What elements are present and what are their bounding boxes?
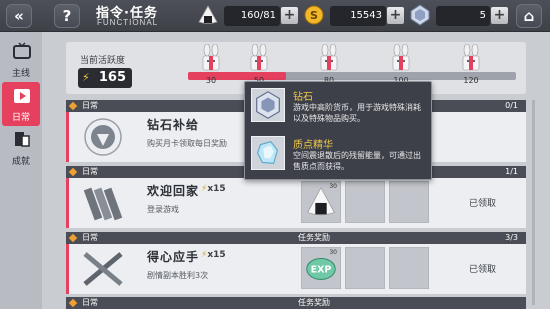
play-icon	[14, 89, 30, 103]
onigiri-icon	[198, 5, 218, 24]
trophy-icon	[15, 132, 30, 147]
milestone-label: 120	[463, 76, 479, 85]
tooltip-item-desc: 空间震退散后的残留能量，可通过出售质点而获得。	[293, 151, 421, 171]
tooltip-item: 钻石 游戏中高阶货币，用于游戏特殊消耗以及特殊物品购买。	[251, 86, 427, 130]
bullet-icon	[68, 233, 78, 243]
bunny-gift-icon[interactable]	[388, 44, 414, 74]
diamond-value: 5	[436, 6, 490, 26]
quest-multiplier: ⚡x15	[201, 184, 226, 194]
crystal-icon	[251, 136, 285, 170]
bullet-icon	[68, 167, 78, 177]
reward-slot[interactable]: 30	[301, 181, 341, 223]
claimed-status: 已领取	[468, 265, 496, 275]
reward-slot-empty	[389, 181, 429, 223]
quest-card: 日常 任务奖励 3/3 得心应手 ⚡x15 剧情副本胜利3次 30 EXP 已领…	[66, 232, 526, 294]
quest-body[interactable]: 得心应手 ⚡x15 剧情副本胜利3次 30 EXP 已领取	[66, 244, 526, 294]
diamond-supply-icon	[84, 118, 122, 156]
home-button[interactable]: ⌂	[516, 4, 542, 28]
milestone-label: 30	[205, 76, 217, 85]
sidebar-item-label: 主线	[11, 69, 30, 79]
activity-value: ⚡ 165	[78, 68, 132, 88]
activity-label: 当前活跃度	[80, 56, 126, 66]
quest-name: 得心应手	[147, 250, 200, 264]
quest-body[interactable]: 欢迎回家 ⚡x15 登录游戏 30 已领取	[66, 178, 526, 228]
bullet-icon	[68, 298, 78, 308]
sidebar-item-label: 日常	[11, 113, 30, 123]
sidebar: 主线 日常 成就	[0, 32, 42, 309]
scrollbar[interactable]	[532, 100, 535, 305]
top-bar: « ? 指令·任务 FUNCTIONAL 160/81 + S 15543 + …	[0, 0, 550, 32]
quest-category: 日常	[82, 101, 98, 110]
quest-card: 日常 任务奖励	[66, 297, 526, 309]
tooltip-item-desc: 游戏中高阶货币，用于游戏特殊消耗以及特殊物品购买。	[293, 103, 421, 123]
quest-multiplier: ⚡x15	[201, 250, 226, 260]
sidebar-item-label: 成就	[11, 157, 30, 167]
quest-header: 日常 任务奖励 3/3	[66, 232, 526, 244]
claimed-status: 已领取	[468, 199, 496, 209]
help-button[interactable]: ?	[54, 4, 80, 28]
coin-icon: S	[304, 5, 324, 25]
tooltip-item-name: 质点精华	[293, 140, 333, 151]
quest-desc: 剧情副本胜利3次	[147, 271, 209, 280]
sidebar-item-achievement[interactable]: 成就	[2, 126, 40, 170]
reward-slot[interactable]: 30 EXP	[301, 247, 341, 289]
reward-header: 任务奖励	[298, 298, 330, 307]
coin-value: 15543	[330, 6, 386, 26]
reward-slot-empty	[345, 181, 385, 223]
item-tooltip: 钻石 游戏中高阶货币，用于游戏特殊消耗以及特殊物品购买。 质点精华 空间震退散后…	[244, 81, 432, 180]
back-button[interactable]: «	[6, 4, 32, 28]
svg-text:EXP: EXP	[311, 265, 332, 276]
quest-progress: 0/1	[505, 101, 518, 110]
reward-slot-empty	[389, 247, 429, 289]
stamina-plus-button[interactable]: +	[281, 7, 298, 24]
quest-category: 日常	[82, 298, 98, 307]
svg-text:S: S	[310, 9, 318, 22]
tooltip-item: 质点精华 空间震退散后的残留能量，可通过出售质点而获得。	[251, 134, 427, 178]
sidebar-item-daily[interactable]: 日常	[2, 82, 40, 126]
books-icon	[83, 187, 123, 221]
quest-name: 钻石补给	[147, 118, 200, 132]
tooltip-item-name: 钻石	[293, 92, 313, 103]
bunny-gift-icon[interactable]	[246, 44, 272, 74]
crossed-blades-icon	[83, 252, 123, 286]
reward-count: 30	[329, 183, 337, 190]
quest-header: 日常 任务奖励	[66, 297, 526, 309]
stamina-value: 160/81	[224, 6, 280, 26]
diamond-icon	[410, 4, 430, 26]
coin-plus-button[interactable]: +	[387, 7, 404, 24]
bunny-gift-icon[interactable]	[458, 44, 484, 74]
bunny-gift-icon[interactable]	[316, 44, 342, 74]
page-subtitle: FUNCTIONAL	[97, 18, 159, 27]
quest-category: 日常	[82, 233, 98, 242]
quest-desc: 登录游戏	[147, 205, 179, 214]
sidebar-item-main[interactable]: 主线	[2, 38, 40, 82]
tv-icon	[13, 42, 31, 59]
diamond-icon	[251, 88, 285, 122]
reward-slot-empty	[345, 247, 385, 289]
quest-category: 日常	[82, 167, 98, 176]
quest-name: 欢迎回家	[147, 184, 200, 198]
reward-count: 30	[329, 249, 337, 256]
bullet-icon	[68, 101, 78, 111]
quest-desc: 购买月卡领取每日奖励	[147, 139, 227, 148]
reward-header: 任务奖励	[298, 233, 330, 242]
bunny-gift-icon[interactable]	[198, 44, 224, 74]
bolt-icon: ⚡	[82, 71, 90, 84]
quest-progress: 1/1	[505, 167, 518, 176]
activity-number: 165	[98, 70, 126, 85]
quest-progress: 3/3	[505, 233, 518, 242]
diamond-plus-button[interactable]: +	[491, 7, 508, 24]
